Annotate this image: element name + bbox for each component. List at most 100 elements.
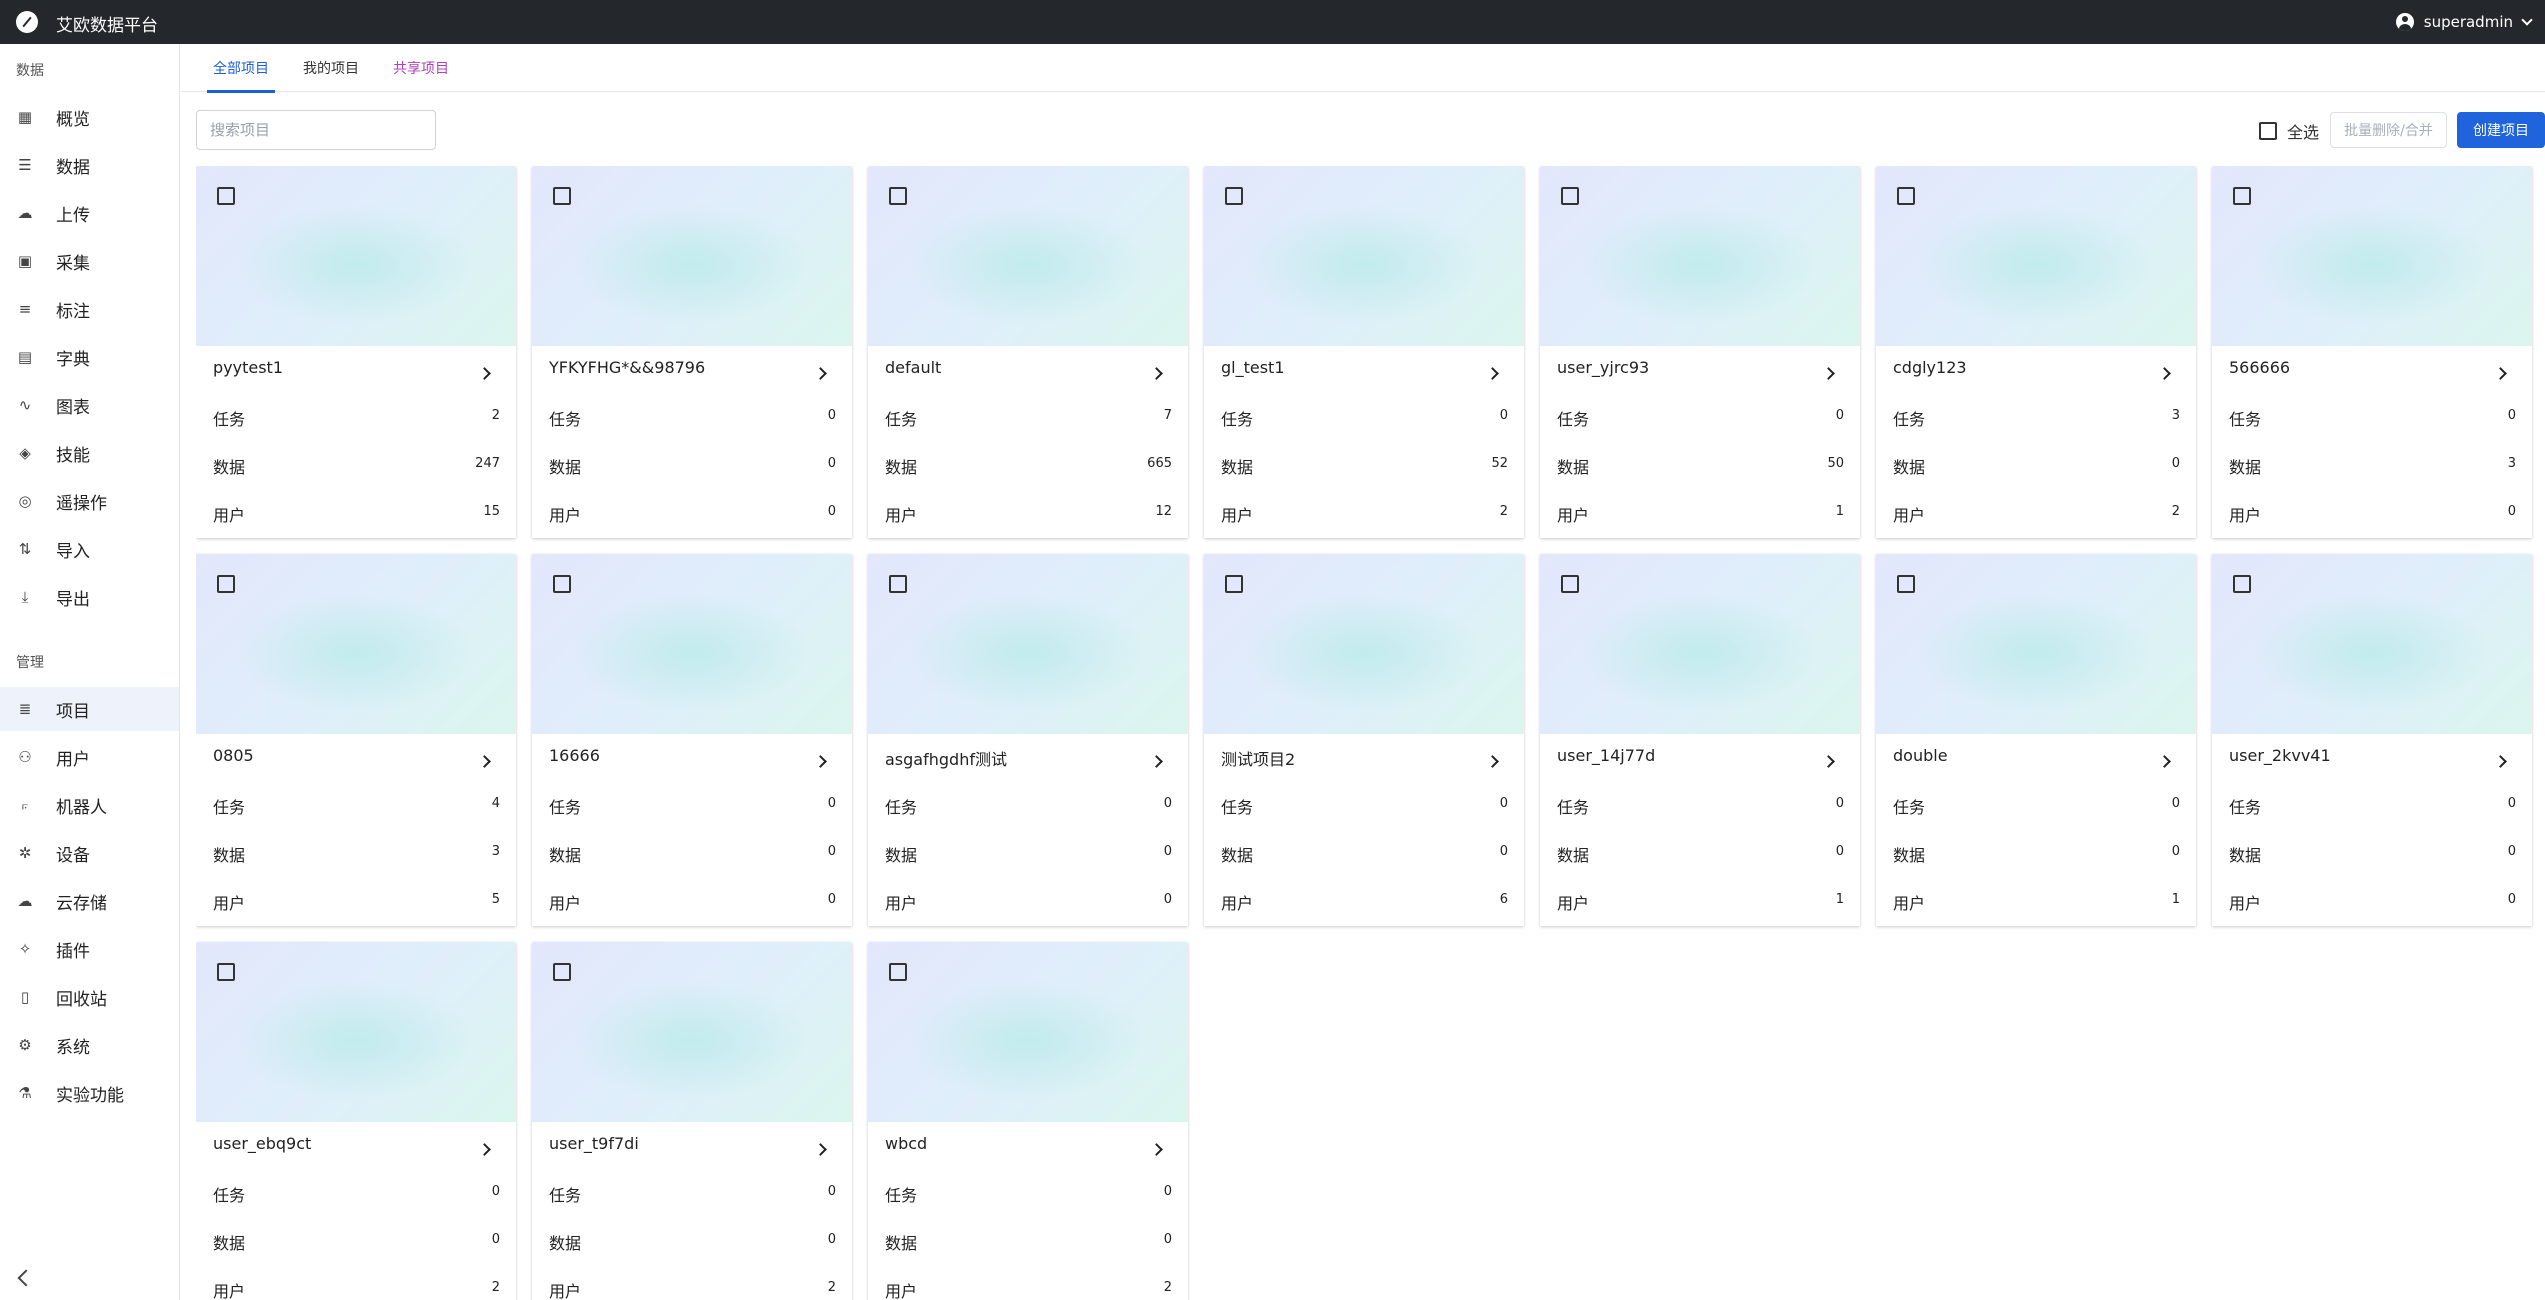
chevron-right-icon[interactable] <box>1150 367 1163 380</box>
sidebar-item-users[interactable]: ⚇ 用户 <box>0 735 179 779</box>
project-name: double <box>1893 746 1948 765</box>
tab-all-projects[interactable]: 全部项目 <box>207 44 275 93</box>
sidebar-item-plugin[interactable]: ✧ 插件 <box>0 927 179 971</box>
project-card[interactable]: 566666 任务 0 数据 3 用户 0 <box>2212 166 2532 538</box>
sidebar-item-skill[interactable]: ◈ 技能 <box>0 431 179 475</box>
project-select-checkbox[interactable] <box>889 963 907 981</box>
chevron-right-icon[interactable] <box>2494 367 2507 380</box>
sidebar-item-trash[interactable]: ▯ 回收站 <box>0 975 179 1019</box>
project-select-checkbox[interactable] <box>1561 575 1579 593</box>
sidebar-item-dashboard[interactable]: ▦ 概览 <box>0 95 179 139</box>
stat-value: 0 <box>2171 456 2180 471</box>
stat-label: 任务 <box>213 798 246 817</box>
project-select-checkbox[interactable] <box>2233 187 2251 205</box>
project-card[interactable]: user_14j77d 任务 0 数据 0 用户 1 <box>1540 554 1860 926</box>
sidebar-item-camera[interactable]: ▣ 采集 <box>0 239 179 283</box>
stat-label: 数据 <box>213 458 246 477</box>
sidebar-item-download[interactable]: ⤓ 导出 <box>0 575 179 619</box>
project-card[interactable]: 0805 任务 4 数据 3 用户 5 <box>196 554 516 926</box>
sidebar-item-gear[interactable]: ⚙ 系统 <box>0 1023 179 1067</box>
chevron-right-icon[interactable] <box>1150 755 1163 768</box>
chevron-right-icon[interactable] <box>1822 755 1835 768</box>
stat-value: 1 <box>2171 892 2180 907</box>
chevron-right-icon[interactable] <box>2158 367 2171 380</box>
select-all-checkbox[interactable] <box>2259 122 2277 140</box>
project-select-checkbox[interactable] <box>553 187 571 205</box>
chevron-right-icon[interactable] <box>1486 367 1499 380</box>
sidebar-item-cloud-upload[interactable]: ☁ 上传 <box>0 191 179 235</box>
stat-value: 0 <box>1835 408 1844 423</box>
stat-value: 0 <box>491 1232 500 1247</box>
sidebar-item-list[interactable]: ☰ 数据 <box>0 143 179 187</box>
project-card[interactable]: 16666 任务 0 数据 0 用户 0 <box>532 554 852 926</box>
project-select-checkbox[interactable] <box>1897 187 1915 205</box>
project-stat-tasks: 任务 0 <box>2229 406 2516 430</box>
project-card[interactable]: user_2kvv41 任务 0 数据 0 用户 0 <box>2212 554 2532 926</box>
project-card[interactable]: default 任务 7 数据 665 用户 12 <box>868 166 1188 538</box>
stat-value: 0 <box>1163 844 1172 859</box>
chevron-right-icon[interactable] <box>478 367 491 380</box>
project-select-checkbox[interactable] <box>1225 575 1243 593</box>
create-project-button[interactable]: 创建项目 <box>2457 112 2545 148</box>
sidebar-item-label: 图表 <box>56 397 90 418</box>
project-card[interactable]: double 任务 0 数据 0 用户 1 <box>1876 554 2196 926</box>
project-card[interactable]: asgafhgdhf测试 任务 0 数据 0 用户 0 <box>868 554 1188 926</box>
project-select-checkbox[interactable] <box>1897 575 1915 593</box>
stat-value: 247 <box>475 456 500 471</box>
sidebar-item-flask[interactable]: ⚗ 实验功能 <box>0 1071 179 1115</box>
sidebar-item-gamepad[interactable]: ◎ 遥操作 <box>0 479 179 523</box>
chevron-right-icon[interactable] <box>478 1143 491 1156</box>
account-circle-icon <box>2395 13 2414 31</box>
tab-my-projects[interactable]: 我的项目 <box>303 44 359 92</box>
project-card[interactable]: wbcd 任务 0 数据 0 用户 2 <box>868 942 1188 1300</box>
project-name: asgafhgdhf测试 <box>885 750 1007 769</box>
project-card[interactable]: cdgly123 任务 3 数据 0 用户 2 <box>1876 166 2196 538</box>
sidebar-item-import[interactable]: ⇅ 导入 <box>0 527 179 571</box>
user-menu[interactable]: superadmin <box>2395 0 2533 44</box>
chevron-right-icon[interactable] <box>814 755 827 768</box>
chevron-right-icon[interactable] <box>1822 367 1835 380</box>
project-card[interactable]: user_ebq9ct 任务 0 数据 0 用户 2 <box>196 942 516 1300</box>
project-card[interactable]: YFKYFHG*&&98796 任务 0 数据 0 用户 0 <box>532 166 852 538</box>
project-tabs: 全部项目 我的项目 共享项目 <box>181 44 2545 93</box>
chevron-right-icon[interactable] <box>1486 755 1499 768</box>
project-select-checkbox[interactable] <box>217 575 235 593</box>
project-select-checkbox[interactable] <box>217 963 235 981</box>
sidebar-item-device[interactable]: ✲ 设备 <box>0 831 179 875</box>
project-select-checkbox[interactable] <box>553 575 571 593</box>
project-card[interactable]: user_yjrc93 任务 0 数据 50 用户 1 <box>1540 166 1860 538</box>
project-stat-users: 用户 0 <box>2229 890 2516 914</box>
sidebar-item-label-list[interactable]: ≡ 标注 <box>0 287 179 331</box>
project-card[interactable]: gl_test1 任务 0 数据 52 用户 2 <box>1204 166 1524 538</box>
select-all[interactable]: 全选 <box>2259 119 2319 143</box>
chevron-right-icon[interactable] <box>2158 755 2171 768</box>
project-stat-users: 用户 2 <box>1221 502 1508 526</box>
project-card[interactable]: pyytest1 任务 2 数据 247 用户 15 <box>196 166 516 538</box>
project-select-checkbox[interactable] <box>2233 575 2251 593</box>
project-select-checkbox[interactable] <box>1225 187 1243 205</box>
stat-value: 7 <box>1163 408 1172 423</box>
chevron-right-icon[interactable] <box>1150 1143 1163 1156</box>
project-card[interactable]: 测试项目2 任务 0 数据 0 用户 6 <box>1204 554 1524 926</box>
sidebar-item-book[interactable]: ▤ 字典 <box>0 335 179 379</box>
sidebar-item-chart[interactable]: ∿ 图表 <box>0 383 179 427</box>
search-input[interactable] <box>196 110 436 150</box>
project-select-checkbox[interactable] <box>553 963 571 981</box>
sidebar-item-cloud[interactable]: ☁ 云存储 <box>0 879 179 923</box>
stat-label: 用户 <box>885 506 918 525</box>
collapse-sidebar-icon[interactable] <box>17 1269 35 1287</box>
sidebar-item-project[interactable]: ≣ 项目 <box>0 687 179 731</box>
chevron-right-icon[interactable] <box>2494 755 2507 768</box>
chevron-right-icon[interactable] <box>814 1143 827 1156</box>
sidebar-item-robot-arm[interactable]: ⟔ 机器人 <box>0 783 179 827</box>
project-select-checkbox[interactable] <box>1561 187 1579 205</box>
tab-shared-projects[interactable]: 共享项目 <box>393 44 449 92</box>
stat-value: 0 <box>827 456 836 471</box>
project-select-checkbox[interactable] <box>889 575 907 593</box>
project-card[interactable]: user_t9f7di 任务 0 数据 0 用户 2 <box>532 942 852 1300</box>
project-select-checkbox[interactable] <box>889 187 907 205</box>
batch-delete-merge-button[interactable]: 批量删除/合并 <box>2330 112 2447 148</box>
chevron-right-icon[interactable] <box>814 367 827 380</box>
chevron-right-icon[interactable] <box>478 755 491 768</box>
project-select-checkbox[interactable] <box>217 187 235 205</box>
